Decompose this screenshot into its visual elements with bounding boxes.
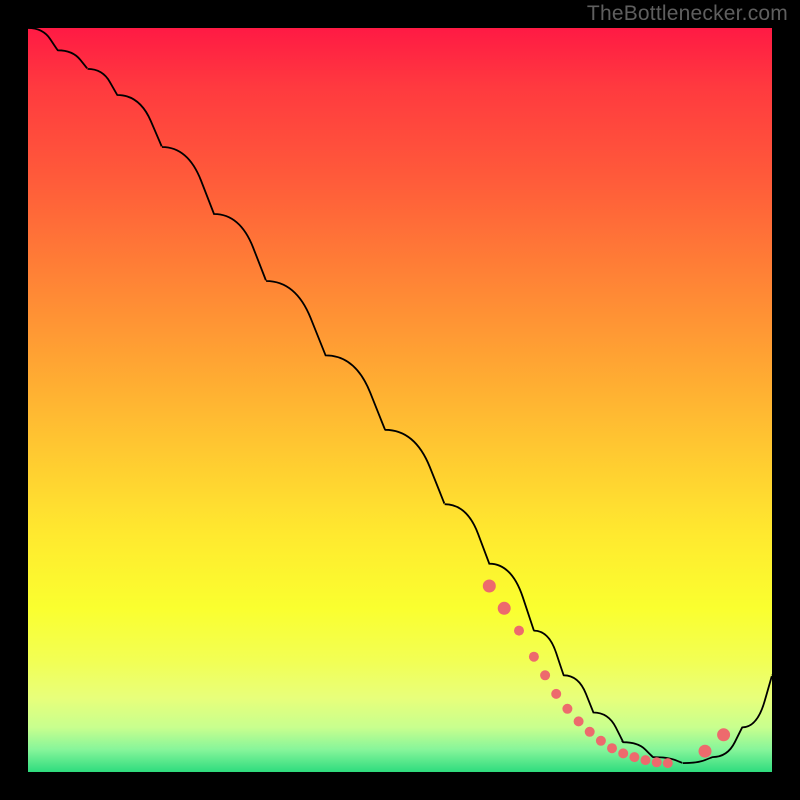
data-point: [596, 736, 606, 746]
data-point: [717, 728, 730, 741]
data-point: [483, 580, 496, 593]
data-point: [551, 689, 561, 699]
data-point: [607, 743, 617, 753]
curve-layer: [28, 28, 772, 772]
data-point: [540, 670, 550, 680]
data-point: [699, 745, 712, 758]
data-point: [641, 755, 651, 765]
bottleneck-curve: [28, 28, 772, 763]
data-point: [585, 727, 595, 737]
gradient-plot-area: [28, 28, 772, 772]
data-point: [498, 602, 511, 615]
data-point: [663, 758, 673, 768]
chart-frame: TheBottlenecker.com: [0, 0, 800, 800]
attribution-text: TheBottlenecker.com: [587, 2, 788, 26]
data-point: [652, 757, 662, 767]
data-point: [529, 652, 539, 662]
data-point: [629, 752, 639, 762]
data-point: [574, 716, 584, 726]
marker-group: [483, 580, 730, 769]
data-point: [618, 748, 628, 758]
data-point: [514, 626, 524, 636]
data-point: [562, 704, 572, 714]
